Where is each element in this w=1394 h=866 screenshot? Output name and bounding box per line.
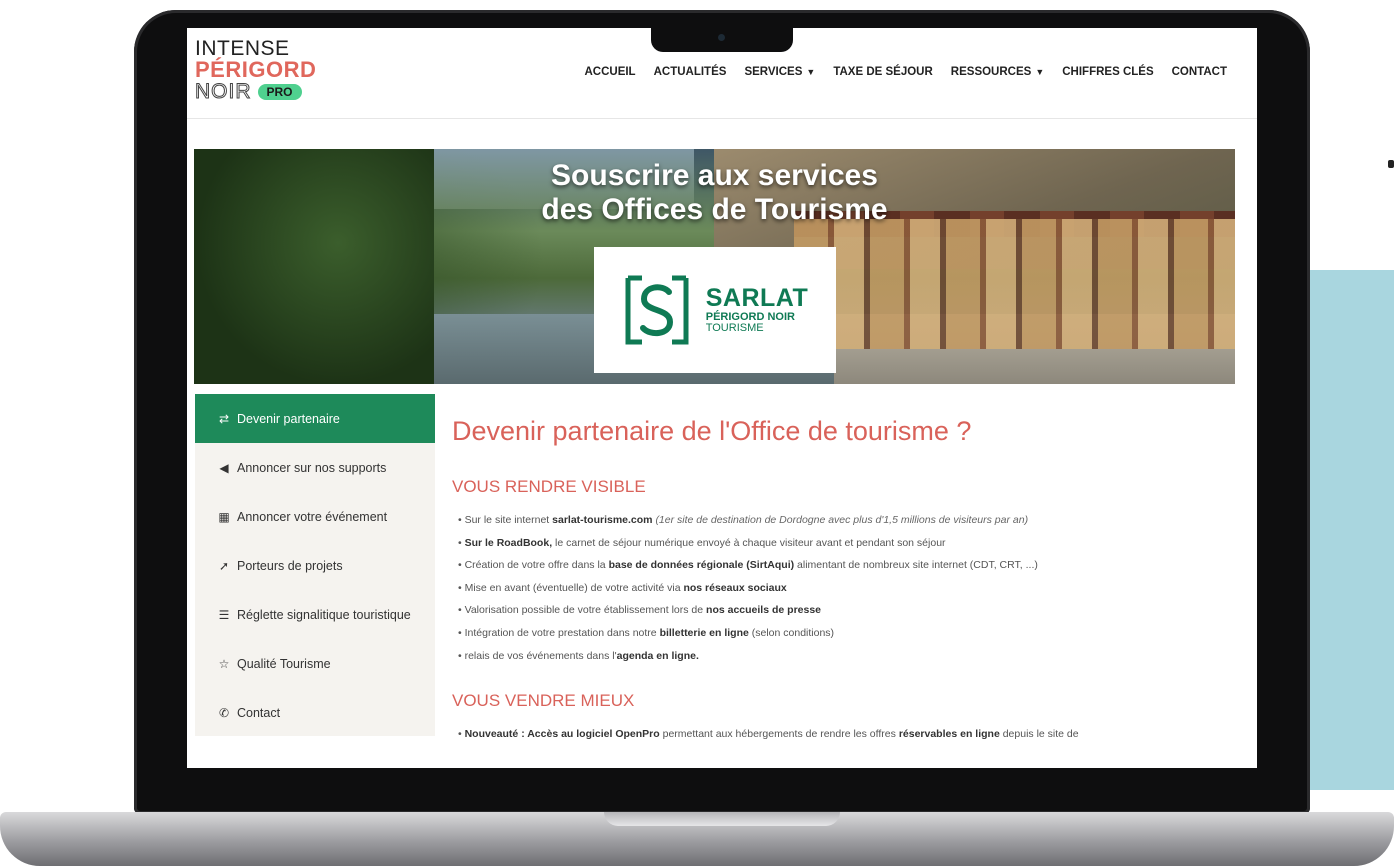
laptop-notch [651, 28, 793, 52]
bullet-note: (1er site de destination de Dordogne ave… [655, 514, 1029, 526]
bullet-emphasis: réservables en ligne [898, 728, 1000, 741]
sidebar-item-label: Devenir partenaire [237, 411, 340, 426]
bullet-text: Sur le site internet [464, 514, 553, 526]
sidebar-item-annoncer-supports[interactable]: ◀ Annoncer sur nos supports [195, 443, 435, 492]
sidebar-menu: ⇄ Devenir partenaire ◀ Annoncer sur nos … [195, 394, 435, 736]
sidebar-item-porteurs-projets[interactable]: ➚ Porteurs de projets [195, 541, 435, 590]
list-item: relais de vos événements dans l'agenda e… [458, 645, 1252, 668]
section-title-vente: VOUS VENDRE MIEUX [452, 691, 635, 711]
logo-line-noir: NOIR PRO [195, 80, 316, 103]
sarlat-logo-title: SARLAT [705, 284, 809, 313]
caret-down-icon: ▼ [1035, 67, 1045, 77]
logo-line-perigord: PÉRIGORD [195, 57, 317, 82]
bullet-emphasis: billetterie en ligne [659, 626, 749, 639]
list-item: Intégration de votre prestation dans not… [458, 622, 1252, 645]
nav-chiffres-cles[interactable]: CHIFFRES CLÉS [1062, 66, 1153, 78]
bullet-emphasis: Sur le RoadBook, [464, 536, 553, 549]
nav-label: ACTUALITÉS [653, 66, 727, 78]
list-item: Nouveauté : Accès au logiciel OpenPro pe… [458, 723, 1252, 746]
bullet-link[interactable]: sarlat-tourisme.com [552, 514, 652, 526]
sidebar-item-qualite-tourisme[interactable]: ☆ Qualité Tourisme [195, 639, 435, 688]
list-item: Sur le RoadBook, le carnet de séjour num… [458, 532, 1252, 555]
laptop-base-groove [604, 812, 840, 826]
bullet-emphasis: agenda en ligne. [616, 649, 699, 662]
logo-line-intense: INTENSE [195, 37, 290, 60]
bullet-text: Création de votre offre dans la [464, 559, 609, 572]
bullet-text: le carnet de séjour numérique envoyé à c… [552, 536, 946, 549]
calendar-icon: ▦ [218, 509, 230, 524]
laptop-base [0, 812, 1394, 866]
sidebar-item-label: Qualité Tourisme [237, 656, 331, 671]
bullet-emphasis: base de données régionale (SirtAqui) [608, 559, 795, 572]
bullet-emphasis: Nouveauté : Accès au logiciel OpenPro [464, 728, 660, 741]
nav-label: CONTACT [1171, 66, 1227, 78]
bullet-text: (selon conditions) [748, 626, 835, 639]
sidebar-item-contact[interactable]: ✆ Contact [195, 688, 435, 737]
bullet-text: relais de vos événements dans l' [464, 649, 617, 662]
sales-list: Nouveauté : Accès au logiciel OpenPro pe… [452, 723, 1252, 746]
hero-title: Souscrire aux services des Offices de To… [194, 159, 1235, 227]
logo-pro-badge: PRO [257, 83, 302, 100]
caret-down-icon: ▼ [806, 67, 816, 77]
sarlat-tourisme-logo: SARLAT PÉRIGORD NOIR TOURISME [594, 247, 836, 373]
sidebar-item-label: Annoncer votre événement [237, 509, 388, 524]
sidebar-item-label: Annoncer sur nos supports [237, 460, 387, 475]
nav-label: TAXE DE SÉJOUR [833, 66, 933, 78]
visibility-list: Sur le site internet sarlat-tourisme.com… [452, 509, 1252, 667]
phone-icon: ✆ [218, 705, 230, 720]
handshake-icon: ⇄ [218, 411, 230, 426]
bullet-text: Valorisation possible de votre établisse… [464, 604, 707, 617]
list-item: Sur le site internet sarlat-tourisme.com… [458, 509, 1252, 532]
nav-contact[interactable]: CONTACT [1172, 66, 1227, 78]
bullet-emphasis: nos réseaux sociaux [683, 581, 787, 594]
sidebar-item-label: Porteurs de projets [237, 558, 343, 573]
bullet-text: Intégration de votre prestation dans not… [464, 626, 660, 639]
sarlat-logo-tagline: TOURISME [705, 322, 764, 335]
page-title: Devenir partenaire de l'Office de touris… [452, 416, 972, 446]
nav-label: ACCUEIL [584, 66, 636, 78]
list-item: Mise en avant (éventuelle) de votre acti… [458, 577, 1252, 600]
hero-banner: Souscrire aux services des Offices de To… [194, 149, 1235, 384]
sarlat-logo-text: SARLAT PÉRIGORD NOIR TOURISME [706, 285, 809, 334]
sidebar-item-annoncer-evenement[interactable]: ▦ Annoncer votre événement [195, 492, 435, 541]
camera-icon [718, 34, 725, 41]
nav-taxe-de-sejour[interactable]: TAXE DE SÉJOUR [833, 66, 932, 78]
sarlat-s-emblem-icon [625, 275, 689, 345]
main-content: Devenir partenaire de l'Office de touris… [452, 416, 1252, 746]
nav-accueil[interactable]: ACCUEIL [584, 66, 635, 78]
main-navigation: ACCUEIL ACTUALITÉS SERVICES ▼ TAXE DE SÉJ… [584, 66, 1227, 78]
bullet-text: Mise en avant (éventuelle) de votre acti… [464, 581, 684, 594]
sidebar-item-reglette-signalitique[interactable]: ☰ Réglette signalitique touristique [195, 590, 435, 639]
sidebar-item-label: Réglette signalitique touristique [237, 607, 411, 622]
nav-actualites[interactable]: ACTUALITÉS [654, 66, 727, 78]
rocket-icon: ➚ [218, 558, 230, 573]
bullet-text: depuis le site de [999, 728, 1079, 741]
logo-noir-text: NOIR [195, 80, 252, 103]
decorative-background-block [1300, 270, 1394, 790]
signpost-icon: ☰ [218, 607, 230, 622]
megaphone-icon: ◀ [219, 460, 229, 475]
list-item: Valorisation possible de votre établisse… [458, 599, 1252, 622]
hero-village [794, 219, 1235, 349]
laptop-screen: INTENSE PÉRIGORD NOIR PRO ACCUEIL ACTUAL… [187, 28, 1257, 768]
bullet-emphasis: nos accueils de presse [706, 604, 822, 617]
nav-label: SERVICES [744, 66, 803, 78]
bullet-text: permettant aux hébergements de rendre le… [659, 728, 899, 741]
sidebar-item-devenir-partenaire[interactable]: ⇄ Devenir partenaire [195, 394, 435, 443]
nav-label: CHIFFRES CLÉS [1062, 66, 1154, 78]
star-icon: ☆ [218, 656, 230, 671]
bullet-text: alimentant de nombreux site internet (CD… [794, 559, 1038, 572]
nav-label: RESSOURCES [950, 66, 1032, 78]
hero-title-line1: Souscrire aux services [551, 159, 878, 192]
nav-ressources[interactable]: RESSOURCES ▼ [951, 66, 1044, 78]
section-title-visibilite: VOUS RENDRE VISIBLE [452, 477, 646, 496]
hero-title-line2: des Offices de Tourisme [541, 193, 888, 226]
decorative-mark [1388, 160, 1394, 168]
nav-services[interactable]: SERVICES ▼ [744, 66, 815, 78]
list-item: Création de votre offre dans la base de … [458, 554, 1252, 577]
site-logo[interactable]: INTENSE PÉRIGORD NOIR PRO [195, 37, 317, 103]
sidebar-item-label: Contact [237, 705, 281, 720]
